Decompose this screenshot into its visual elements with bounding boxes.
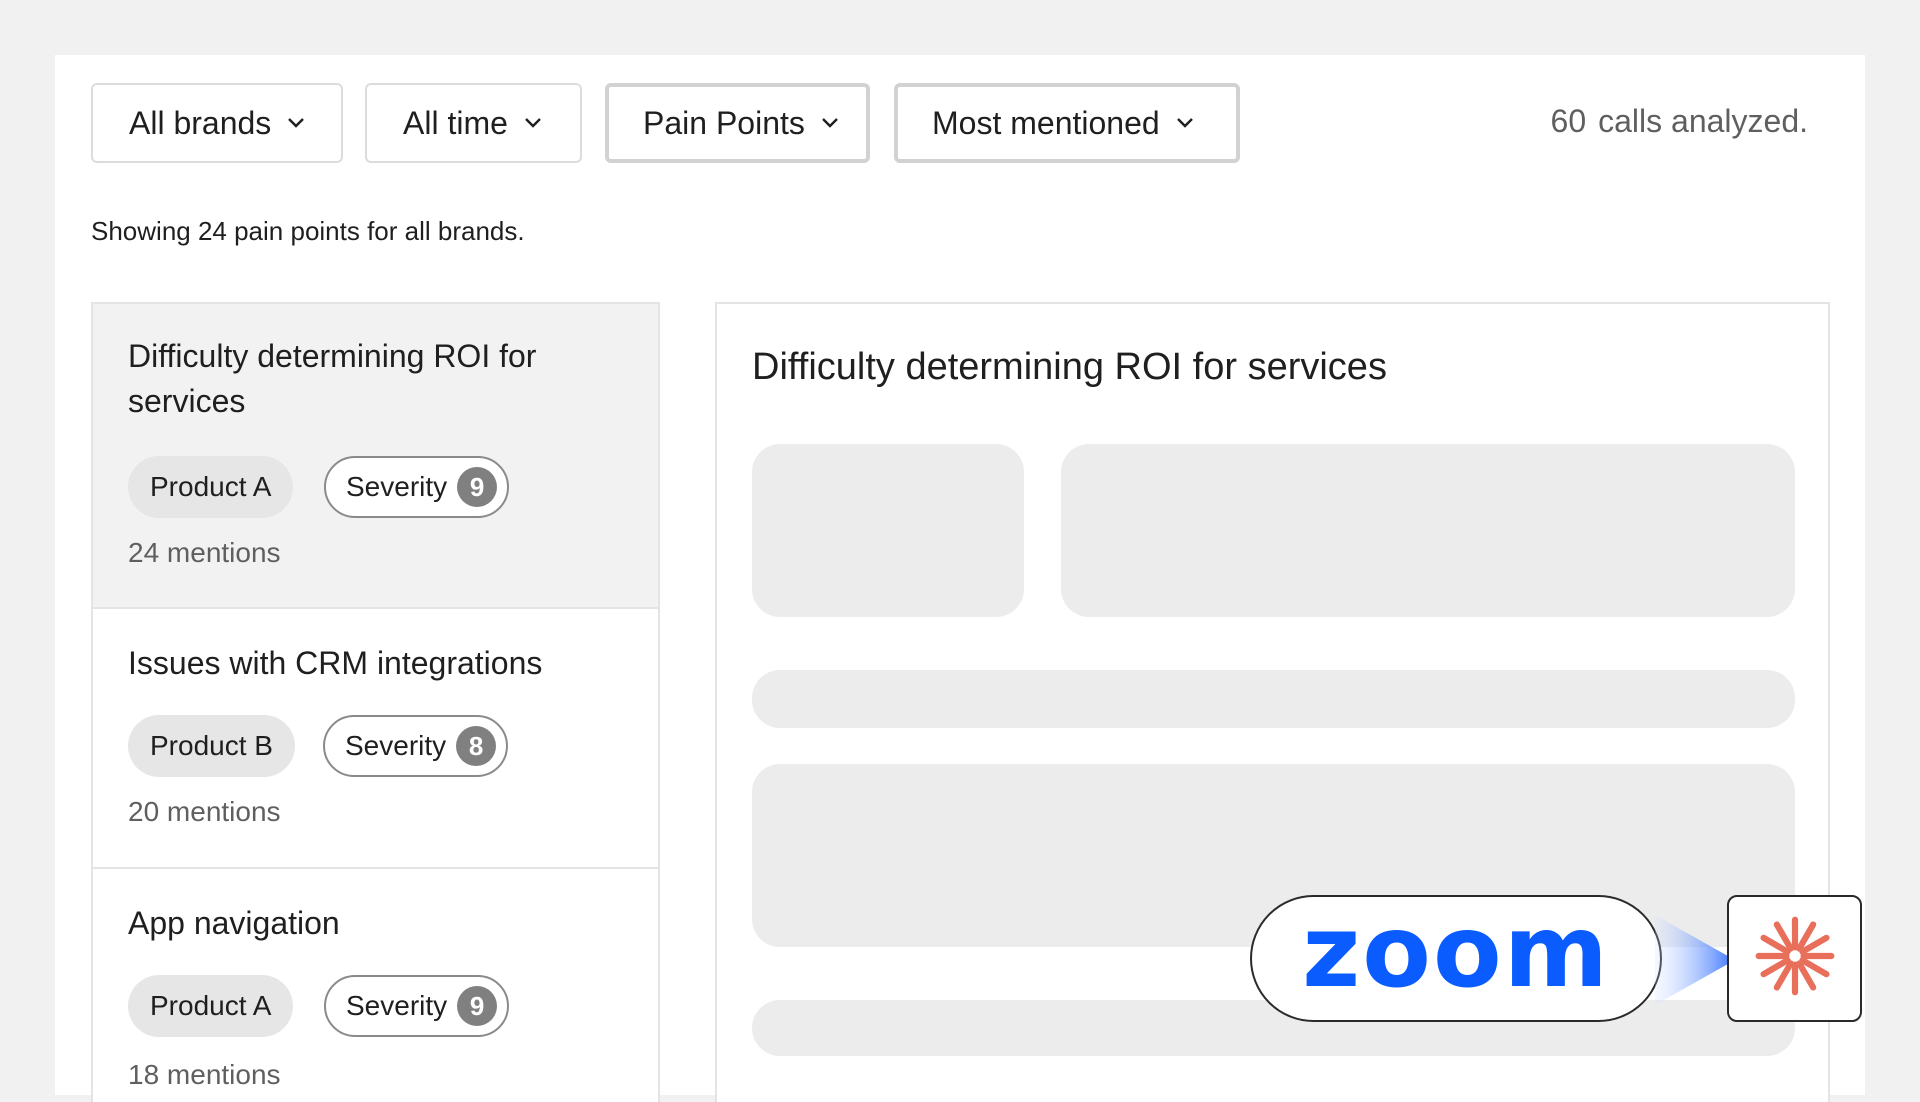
sort-dropdown[interactable]: Most mentioned — [894, 83, 1240, 163]
pain-points-list: Difficulty determining ROI for services … — [91, 302, 660, 1102]
severity-label: Severity — [345, 730, 447, 761]
severity-label: Severity — [346, 990, 448, 1021]
chevron-down-icon — [524, 117, 542, 129]
brand-filter-dropdown[interactable]: All brands — [91, 83, 343, 163]
product-tag-label: Product A — [150, 471, 272, 502]
mentions-count: 24 mentions — [128, 537, 281, 568]
list-item[interactable]: Issues with CRM integrations Product B S… — [93, 609, 658, 869]
severity-score: 8 — [456, 726, 497, 766]
time-filter-label: All time — [403, 104, 508, 141]
severity-tag: Severity 8 — [323, 715, 509, 777]
connection-beam — [1655, 905, 1735, 1015]
chevron-down-icon — [821, 117, 839, 129]
severity-tag: Severity 9 — [324, 456, 510, 518]
mentions-count: 20 mentions — [128, 796, 281, 827]
zoom-integration-badge: zoom — [1250, 895, 1662, 1022]
detail-title: Difficulty determining ROI for services — [752, 346, 1387, 388]
pain-point-title: App navigation — [128, 905, 340, 941]
starburst-logo-icon — [1752, 913, 1838, 1004]
zoom-logo: zoom — [1302, 892, 1610, 1010]
list-item[interactable]: Difficulty determining ROI for services … — [93, 304, 658, 609]
severity-score: 9 — [457, 986, 498, 1026]
brand-filter-label: All brands — [129, 104, 272, 141]
loading-placeholder — [752, 444, 1024, 617]
loading-placeholder — [752, 670, 1795, 728]
app-logo-badge — [1727, 895, 1862, 1022]
pain-point-title: Difficulty determining ROI for services — [128, 338, 537, 419]
category-filter-dropdown[interactable]: Pain Points — [605, 83, 870, 163]
category-filter-label: Pain Points — [643, 104, 805, 141]
severity-tag: Severity 9 — [324, 975, 510, 1037]
loading-placeholder — [1061, 444, 1795, 617]
chevron-down-icon — [287, 117, 305, 129]
calls-analyzed-count: 60 calls analyzed. — [1551, 103, 1808, 140]
chevron-down-icon — [1176, 117, 1194, 129]
product-tag: Product A — [128, 456, 294, 518]
product-tag: Product A — [128, 975, 294, 1037]
product-tag-label: Product B — [150, 730, 273, 761]
calls-count-value: 60 — [1550, 103, 1587, 139]
sort-label: Most mentioned — [932, 104, 1160, 141]
product-tag-label: Product A — [150, 990, 272, 1021]
pain-point-title: Issues with CRM integrations — [128, 645, 543, 681]
results-summary: Showing 24 pain points for all brands. — [91, 216, 525, 246]
calls-count-label: calls analyzed. — [1598, 103, 1808, 139]
list-item[interactable]: App navigation Product A Severity 9 18 m… — [93, 869, 658, 1102]
mentions-count: 18 mentions — [128, 1059, 281, 1090]
time-filter-dropdown[interactable]: All time — [365, 83, 582, 163]
product-tag: Product B — [128, 715, 295, 777]
severity-label: Severity — [346, 471, 448, 502]
severity-score: 9 — [457, 467, 498, 507]
